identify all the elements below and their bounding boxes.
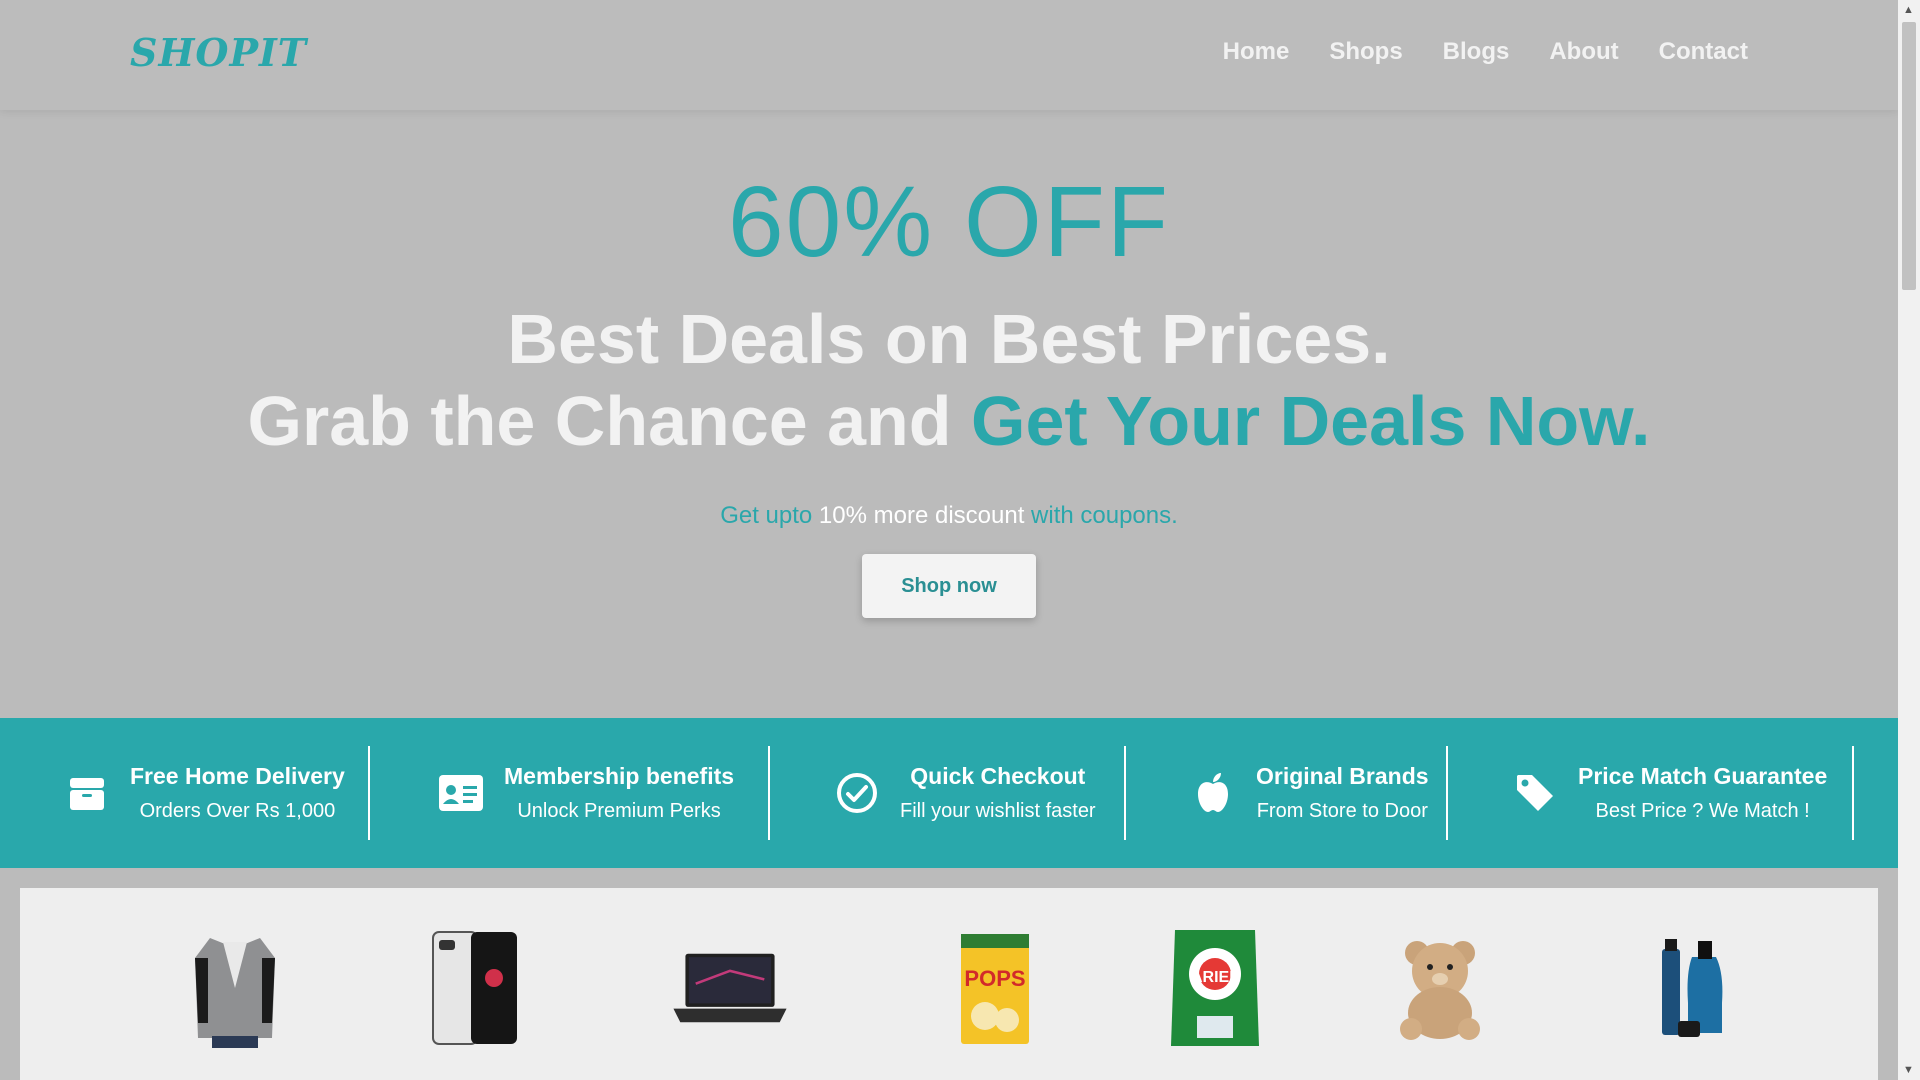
check-circle-icon — [834, 770, 880, 816]
nav-home[interactable]: Home — [1223, 38, 1290, 66]
tag-icon — [1512, 770, 1558, 816]
nav-shops[interactable]: Shops — [1329, 38, 1402, 66]
box-icon — [64, 770, 110, 816]
nav-blogs[interactable]: Blogs — [1443, 38, 1510, 66]
cereal-image[interactable]: POPS — [935, 928, 1055, 1048]
feature-text: Price Match Guarantee Best Price ? We Ma… — [1578, 763, 1827, 823]
feature-subtitle: From Store to Door — [1256, 800, 1428, 822]
feature-text: Original Brands From Store to Door — [1256, 763, 1429, 823]
divider — [1852, 746, 1854, 840]
scrollbar[interactable]: ▲ ▼ — [1898, 0, 1920, 1080]
logo[interactable]: SHOPIT — [130, 30, 307, 75]
scrollbar-thumb[interactable] — [1902, 22, 1916, 290]
headline-line1: Best Deals on Best Prices. — [507, 300, 1391, 378]
divider — [368, 746, 370, 840]
scroll-down-arrow-icon[interactable]: ▼ — [1903, 1064, 1914, 1076]
svg-text:ARIEL: ARIEL — [1191, 969, 1239, 986]
apple-icon — [1190, 770, 1236, 816]
svg-text:POPS: POPS — [964, 966, 1025, 991]
id-card-icon — [438, 770, 484, 816]
feature-title: Original Brands — [1256, 763, 1429, 789]
offer-text: 60% OFF — [728, 166, 1170, 278]
coupon-text-before: Get upto — [720, 502, 819, 529]
feature-free-delivery: Free Home Delivery Orders Over Rs 1,000 — [64, 746, 370, 840]
divider — [1446, 746, 1448, 840]
feature-membership: Membership benefits Unlock Premium Perks — [438, 746, 770, 840]
teddy-bear-image[interactable] — [1380, 928, 1500, 1048]
divider — [768, 746, 770, 840]
product-strip: POPS ARIEL — [20, 888, 1878, 1080]
nav-about[interactable]: About — [1549, 38, 1618, 66]
feature-price-match: Price Match Guarantee Best Price ? We Ma… — [1512, 746, 1854, 840]
feature-subtitle: Best Price ? We Match ! — [1595, 800, 1810, 822]
feature-quick-checkout: Quick Checkout Fill your wishlist faster — [834, 746, 1126, 840]
header: SHOPIT Home Shops Blogs About Contact — [0, 0, 1898, 110]
feature-title: Membership benefits — [504, 763, 735, 789]
nav-contact[interactable]: Contact — [1659, 38, 1748, 66]
detergent-image[interactable]: ARIEL — [1155, 928, 1275, 1048]
feature-title: Price Match Guarantee — [1578, 763, 1828, 789]
divider — [1124, 746, 1126, 840]
feature-subtitle: Fill your wishlist faster — [900, 800, 1096, 822]
headline-line2: Grab the Chance and Get Your Deals Now. — [0, 380, 1898, 462]
feature-text: Free Home Delivery Orders Over Rs 1,000 — [130, 763, 345, 823]
perfume-image[interactable] — [1630, 928, 1750, 1048]
headline: Best Deals on Best Prices. Grab the Chan… — [0, 298, 1898, 462]
features-band: Free Home Delivery Orders Over Rs 1,000 … — [0, 718, 1898, 868]
feature-text: Quick Checkout Fill your wishlist faster — [900, 763, 1096, 823]
laptop-image[interactable] — [670, 928, 790, 1048]
feature-title: Quick Checkout — [910, 763, 1086, 789]
feature-original-brands: Original Brands From Store to Door — [1190, 746, 1448, 840]
blazer-image[interactable] — [175, 928, 295, 1048]
headline-line2-accent: Get Your Deals Now. — [971, 382, 1651, 460]
feature-text: Membership benefits Unlock Premium Perks — [504, 763, 734, 823]
phone-image[interactable] — [415, 928, 535, 1048]
coupon-text-highlight: 10% more discount — [818, 502, 1025, 529]
feature-subtitle: Orders Over Rs 1,000 — [139, 800, 336, 822]
page: SHOPIT Home Shops Blogs About Contact 60… — [0, 0, 1898, 1080]
headline-line2-plain: Grab the Chance and — [247, 382, 972, 460]
feature-title: Free Home Delivery — [130, 763, 345, 789]
scroll-up-arrow-icon[interactable]: ▲ — [1903, 4, 1914, 16]
main-nav: Home Shops Blogs About Contact — [1223, 38, 1748, 66]
shop-now-button[interactable]: Shop now — [862, 554, 1036, 618]
coupon-text: Get upto 10% more discount with coupons. — [0, 502, 1898, 530]
coupon-text-after: with coupons. — [1024, 502, 1178, 529]
hero: 60% OFF Best Deals on Best Prices. Grab … — [0, 110, 1898, 718]
feature-subtitle: Unlock Premium Perks — [517, 800, 721, 822]
